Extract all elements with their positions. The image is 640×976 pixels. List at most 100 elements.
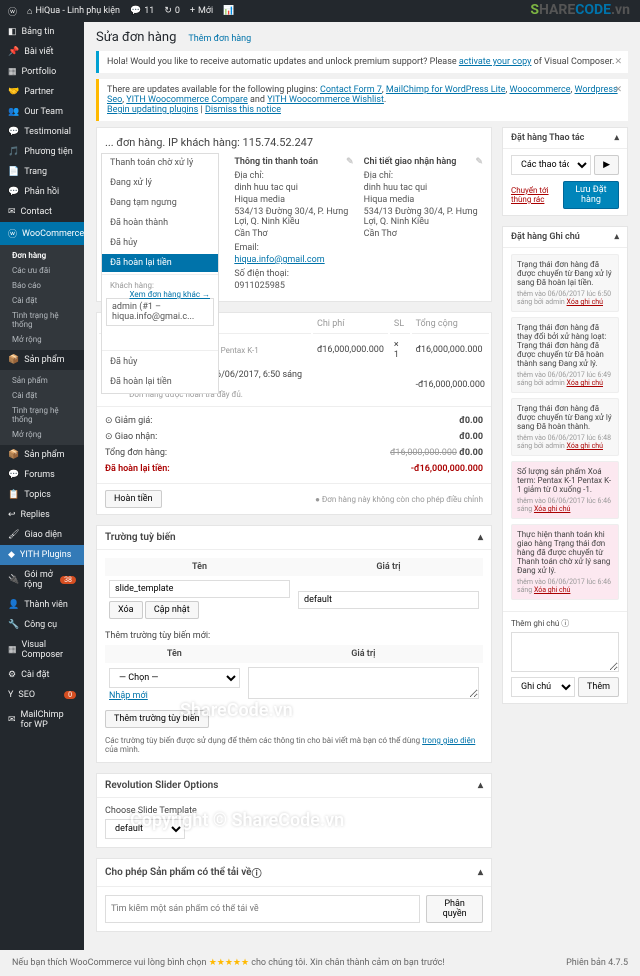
status-option[interactable]: Đang tạm ngưng — [102, 194, 218, 212]
sub-products-ext[interactable]: Mở rộng — [0, 427, 84, 442]
sidebar-item-posts[interactable]: 📌Bài viết — [0, 42, 84, 62]
seo-icon[interactable]: 📊 — [223, 6, 234, 16]
plugin-link[interactable]: Woocommerce — [510, 85, 571, 95]
sub-reports[interactable]: Báo cáo — [0, 278, 84, 293]
sidebar-item-dashboard[interactable]: ◧Bảng tin — [0, 22, 84, 42]
view-other-orders[interactable]: Xem đơn hàng khác → — [129, 290, 210, 299]
sidebar-item-seo[interactable]: YSEO0 — [0, 685, 84, 705]
sidebar-item-woocommerce[interactable]: ⓦWooCommerce — [0, 222, 84, 245]
status-option-2[interactable]: Đã hủy — [102, 353, 218, 371]
sidebar-item-yith[interactable]: ◆YITH Plugins — [0, 545, 84, 565]
edit-icon[interactable]: ✎ — [346, 157, 354, 167]
sidebar-item-team[interactable]: 👥Our Team — [0, 102, 84, 122]
sidebar-item-appearance[interactable]: 🖌Giao diện — [0, 525, 84, 545]
wp-logo-icon[interactable]: ⓦ — [8, 5, 17, 18]
download-search-input[interactable] — [105, 895, 420, 923]
field-name-select[interactable]: — Chọn — — [109, 668, 240, 688]
edit-icon[interactable]: ✎ — [475, 157, 483, 167]
delete-field-btn[interactable]: Xóa — [109, 601, 143, 619]
sidebar-item-products[interactable]: 📦Sản phẩm — [0, 350, 84, 370]
begin-updates-link[interactable]: Begin updating plugins — [107, 105, 198, 115]
updates-link[interactable]: ↻ 0 — [164, 6, 180, 16]
order-action-select[interactable]: Các thao tác — [511, 155, 591, 175]
sub-settings[interactable]: Cài đặt — [0, 293, 84, 308]
sidebar-item-portfolio[interactable]: ▦Portfolio — [0, 62, 84, 82]
new-link[interactable]: + Mới — [190, 6, 213, 16]
status-option[interactable]: Đã hoàn thành — [102, 214, 218, 232]
delete-note-link[interactable]: Xóa ghi chú — [567, 379, 603, 387]
help-icon[interactable]: ⓘ — [252, 865, 262, 880]
toggle-icon[interactable]: ▴ — [478, 780, 483, 791]
field-value-textarea[interactable] — [248, 667, 479, 699]
move-to-trash-link[interactable]: Chuyển tới thùng rác — [511, 186, 563, 204]
sidebar-item-forums[interactable]: 💬Forums — [0, 465, 84, 485]
sub-products-settings[interactable]: Cài đặt — [0, 388, 84, 403]
vc-icon: ▦ — [8, 645, 17, 655]
close-icon[interactable]: ✕ — [614, 85, 622, 95]
note-type-select[interactable]: Ghi chú cá nhân — [511, 677, 575, 697]
sidebar-item-pages[interactable]: 📄Trang — [0, 162, 84, 182]
sidebar-item-replies[interactable]: ↩Replies — [0, 505, 84, 525]
add-order-link[interactable]: Thêm đơn hàng — [188, 34, 251, 44]
close-icon[interactable]: ✕ — [614, 57, 622, 67]
plugin-link[interactable]: YITH Woocommerce Compare — [126, 95, 248, 105]
sidebar-item-mailchimp[interactable]: ✉MailChimp for WP — [0, 705, 84, 735]
sidebar-item-settings[interactable]: ⚙Cài đặt — [0, 665, 84, 685]
status-option[interactable]: Đã hoàn lại tiền — [102, 254, 218, 272]
refund-button[interactable]: Hoàn tiền — [105, 490, 162, 508]
plugin-link[interactable]: MailChimp for WordPress Lite — [386, 85, 506, 95]
delete-note-link[interactable]: Xóa ghi chú — [567, 298, 603, 306]
sidebar-item-topics[interactable]: 📋Topics — [0, 485, 84, 505]
add-custom-field-btn[interactable]: Thêm trường tùy biến — [105, 710, 209, 728]
sidebar-item-tools[interactable]: 🔧Công cụ — [0, 615, 84, 635]
grant-access-btn[interactable]: Phân quyền — [426, 895, 483, 923]
vc-activate-link[interactable]: activate your copy — [459, 57, 532, 67]
apply-action-btn[interactable]: ▶ — [594, 155, 619, 175]
toggle-icon[interactable]: ▴ — [614, 133, 619, 143]
template-help-link[interactable]: trong giao diện — [422, 736, 475, 745]
sub-extensions[interactable]: Mở rộng — [0, 332, 84, 347]
sub-status[interactable]: Tình trạng hệ thống — [0, 308, 84, 332]
sidebar-item-comments[interactable]: 💬Phản hồi — [0, 182, 84, 202]
delete-note-link[interactable]: Xóa ghi chú — [534, 505, 570, 513]
status-option[interactable]: Đang xử lý — [102, 174, 218, 192]
slider-template-select[interactable]: default — [105, 819, 185, 839]
add-note-btn[interactable]: Thêm — [578, 677, 619, 697]
delete-note-link[interactable]: Xóa ghi chú — [567, 442, 603, 450]
sidebar-item-testimonial[interactable]: 💬Testimonial — [0, 122, 84, 142]
email-link[interactable]: hiqua.info@gmail.com — [234, 255, 324, 265]
field-name-input[interactable] — [109, 580, 290, 598]
site-link[interactable]: ⌂ HiQua - Linh phụ kiện — [27, 6, 120, 17]
plugin-link[interactable]: Contact Form 7 — [320, 85, 382, 95]
enter-new-link[interactable]: Nhập mới — [109, 691, 148, 701]
sub-products-status[interactable]: Tình trạng hệ thống — [0, 403, 84, 427]
add-note-textarea[interactable] — [511, 632, 619, 672]
sidebar-item-products2[interactable]: 📦Sản phẩm — [0, 445, 84, 465]
dismiss-notice-link[interactable]: Dismiss this notice — [205, 105, 281, 115]
sub-orders[interactable]: Đơn hàng — [0, 248, 84, 263]
sidebar-item-partner[interactable]: 🤝Partner — [0, 82, 84, 102]
sidebar-item-vc[interactable]: ▦Visual Composer — [0, 635, 84, 665]
update-field-btn[interactable]: Cập nhật — [145, 601, 199, 619]
status-option[interactable]: Thanh toán chờ xử lý — [102, 154, 218, 172]
toggle-icon[interactable]: ▴ — [478, 867, 483, 878]
sidebar-item-media[interactable]: 🎵Phương tiện — [0, 142, 84, 162]
toggle-icon[interactable]: ▴ — [614, 232, 619, 242]
sidebar-item-contact[interactable]: ✉Contact — [0, 202, 84, 222]
help-icon[interactable]: ⓘ — [561, 619, 569, 628]
sidebar-item-users[interactable]: 👤Thành viên — [0, 595, 84, 615]
delete-note-link[interactable]: Xóa ghi chú — [534, 586, 570, 594]
field-value-input[interactable] — [298, 591, 479, 609]
status-dropdown[interactable]: Thanh toán chờ xử lý Đang xử lý Đang tạm… — [101, 153, 219, 394]
plugin-link[interactable]: YITH Woocommerce Wishlist — [267, 95, 384, 105]
toggle-icon[interactable]: ▴ — [478, 532, 483, 543]
comments-link[interactable]: 💬 11 — [130, 6, 154, 16]
sub-coupons[interactable]: Các ưu đãi — [0, 263, 84, 278]
sidebar-item-plugins[interactable]: 🔌Gói mở rộng38 — [0, 565, 84, 595]
sub-products-list[interactable]: Sản phẩm — [0, 373, 84, 388]
rating-stars[interactable]: ★★★★★ — [209, 958, 249, 968]
customer-select[interactable]: admin (#1 – hiqua.info@gmai.c... — [106, 298, 214, 326]
status-option-2[interactable]: Đã hoàn lại tiền — [102, 373, 218, 391]
save-order-btn[interactable]: Lưu Đặt hàng — [563, 181, 619, 209]
status-option[interactable]: Đã hủy — [102, 234, 218, 252]
